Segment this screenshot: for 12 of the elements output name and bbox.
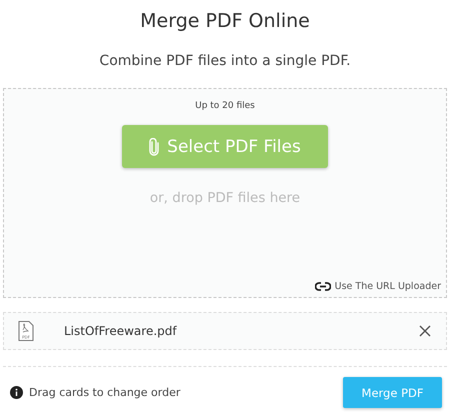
page-subtitle: Combine PDF files into a single PDF.: [98, 53, 352, 69]
close-icon[interactable]: [418, 324, 432, 338]
drop-hint: or, drop PDF files here: [150, 190, 300, 206]
info-icon: [10, 386, 23, 399]
file-limit-text: Up to 20 files: [195, 101, 255, 111]
link-icon: [314, 282, 331, 291]
file-name: ListOfFreeware.pdf: [64, 324, 178, 338]
drop-zone[interactable]: Up to 20 files Select PDF Files or, drop PDF files here Use The URL Uploader: [3, 88, 447, 298]
reorder-hint: Drag cards to change order: [29, 386, 180, 399]
url-uploader-link[interactable]: Use The URL Uploader: [314, 281, 441, 292]
page-title: Merge PDF Online: [139, 9, 311, 34]
paperclip-icon: [149, 138, 160, 156]
